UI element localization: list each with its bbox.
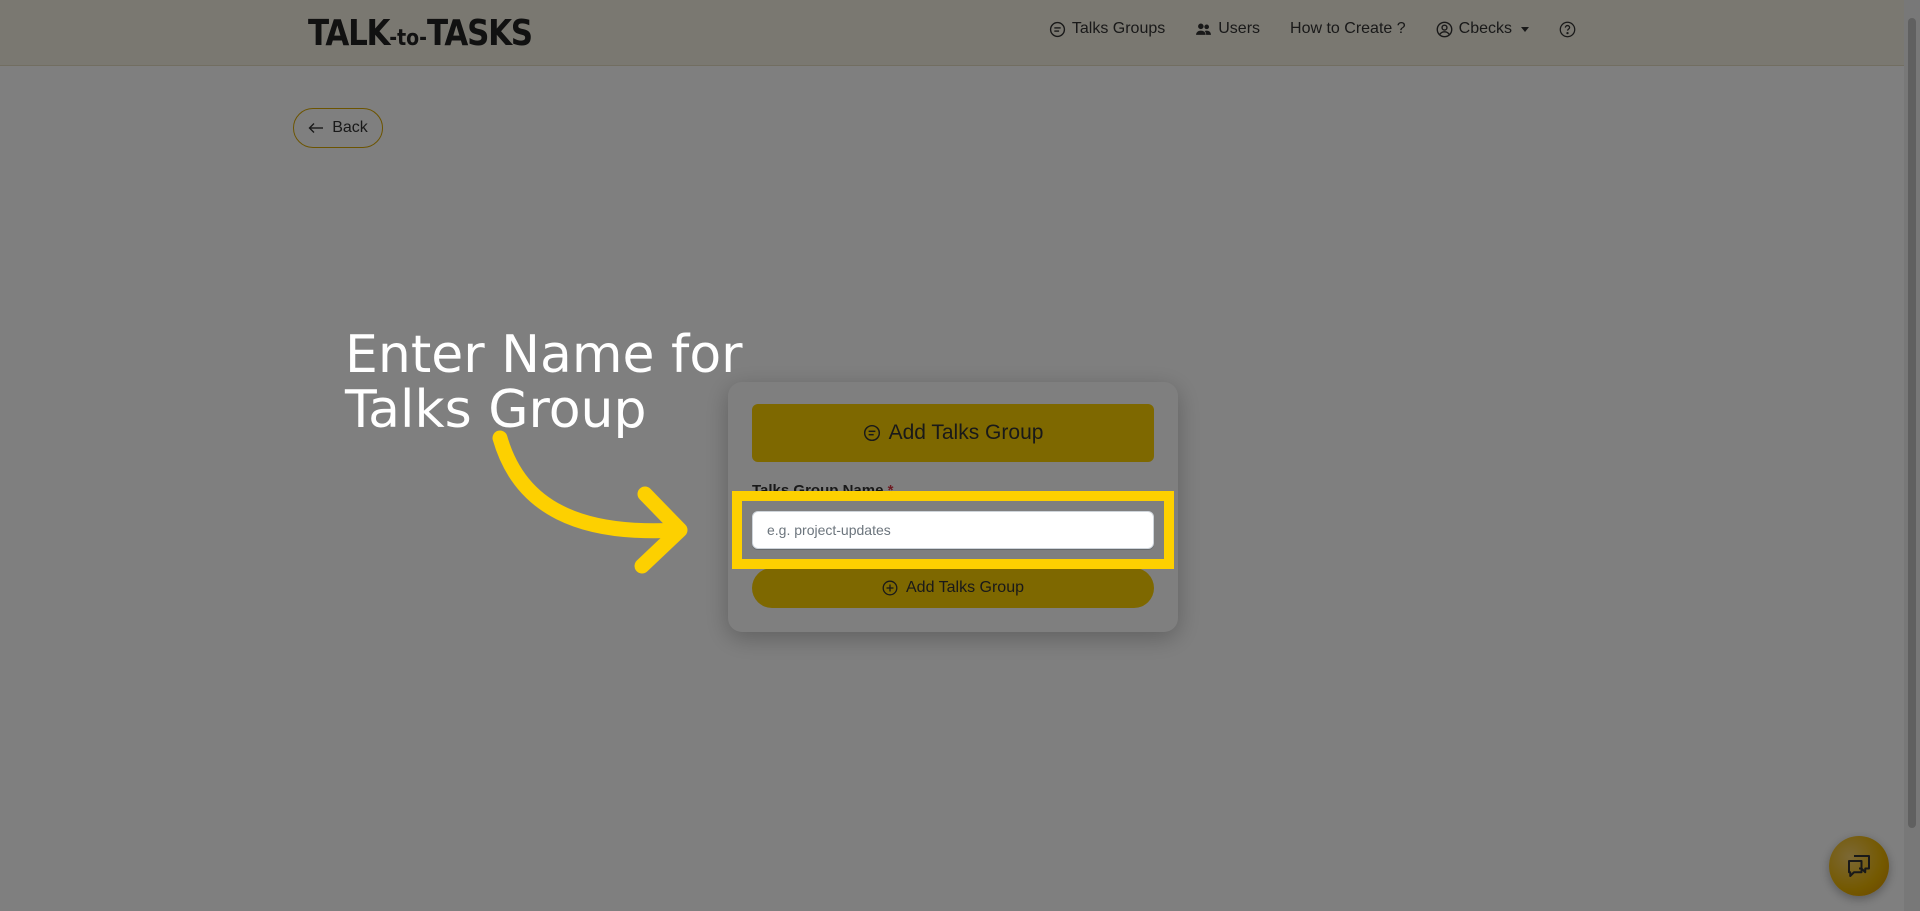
question-circle-icon — [1559, 21, 1576, 37]
top-navbar: TALK-to-TASKS Talks Groups Users How to … — [0, 0, 1904, 66]
modal-title: Add Talks Group — [888, 421, 1044, 444]
nav-label-how-to-create: How to Create ? — [1290, 20, 1406, 37]
submit-label: Add Talks Group — [906, 579, 1024, 596]
user-circle-icon — [1436, 21, 1453, 37]
chat-circle-icon — [863, 424, 880, 442]
annotation-arrow-icon — [492, 430, 688, 574]
page-scrollbar[interactable] — [1904, 0, 1920, 911]
nav-label-users: Users — [1218, 20, 1261, 37]
logo-part-tasks: TASKS — [427, 13, 533, 54]
scrollbar-thumb[interactable] — [1908, 18, 1916, 828]
nav-item-user-dropdown[interactable]: Cbecks — [1436, 20, 1529, 38]
nav-label-user: Cbecks — [1458, 20, 1512, 37]
users-icon — [1196, 23, 1212, 35]
help-button[interactable] — [1559, 21, 1576, 38]
nav-item-how-to-create[interactable]: How to Create ? — [1290, 20, 1406, 38]
nav-item-talks-groups[interactable]: Talks Groups — [1049, 20, 1165, 38]
chevron-down-icon — [1521, 26, 1529, 32]
plus-circle-icon — [882, 580, 898, 596]
chat-support-button[interactable] — [1829, 836, 1889, 896]
arrow-left-icon — [308, 123, 324, 133]
chat-bubbles-icon — [1848, 855, 1870, 877]
back-label: Back — [332, 119, 368, 136]
nav-label-talks-groups: Talks Groups — [1071, 20, 1166, 37]
talks-group-name-input[interactable] — [752, 511, 1154, 549]
modal-header: Add Talks Group — [752, 404, 1154, 462]
logo-part-to: -to- — [389, 26, 428, 51]
back-button[interactable]: Back — [293, 108, 383, 148]
app-logo[interactable]: TALK-to-TASKS — [308, 13, 533, 59]
add-talks-group-button[interactable]: Add Talks Group — [752, 568, 1154, 608]
annotation-line-1: Enter Name for — [345, 325, 743, 385]
nav-item-users[interactable]: Users — [1195, 20, 1260, 38]
chat-circle-icon — [1049, 21, 1065, 37]
nav-menu: Talks Groups Users How to Create ? Cbeck… — [1049, 20, 1576, 38]
logo-part-talk: TALK — [308, 13, 391, 54]
annotation-text: Enter Name for Talks Group — [345, 328, 765, 438]
